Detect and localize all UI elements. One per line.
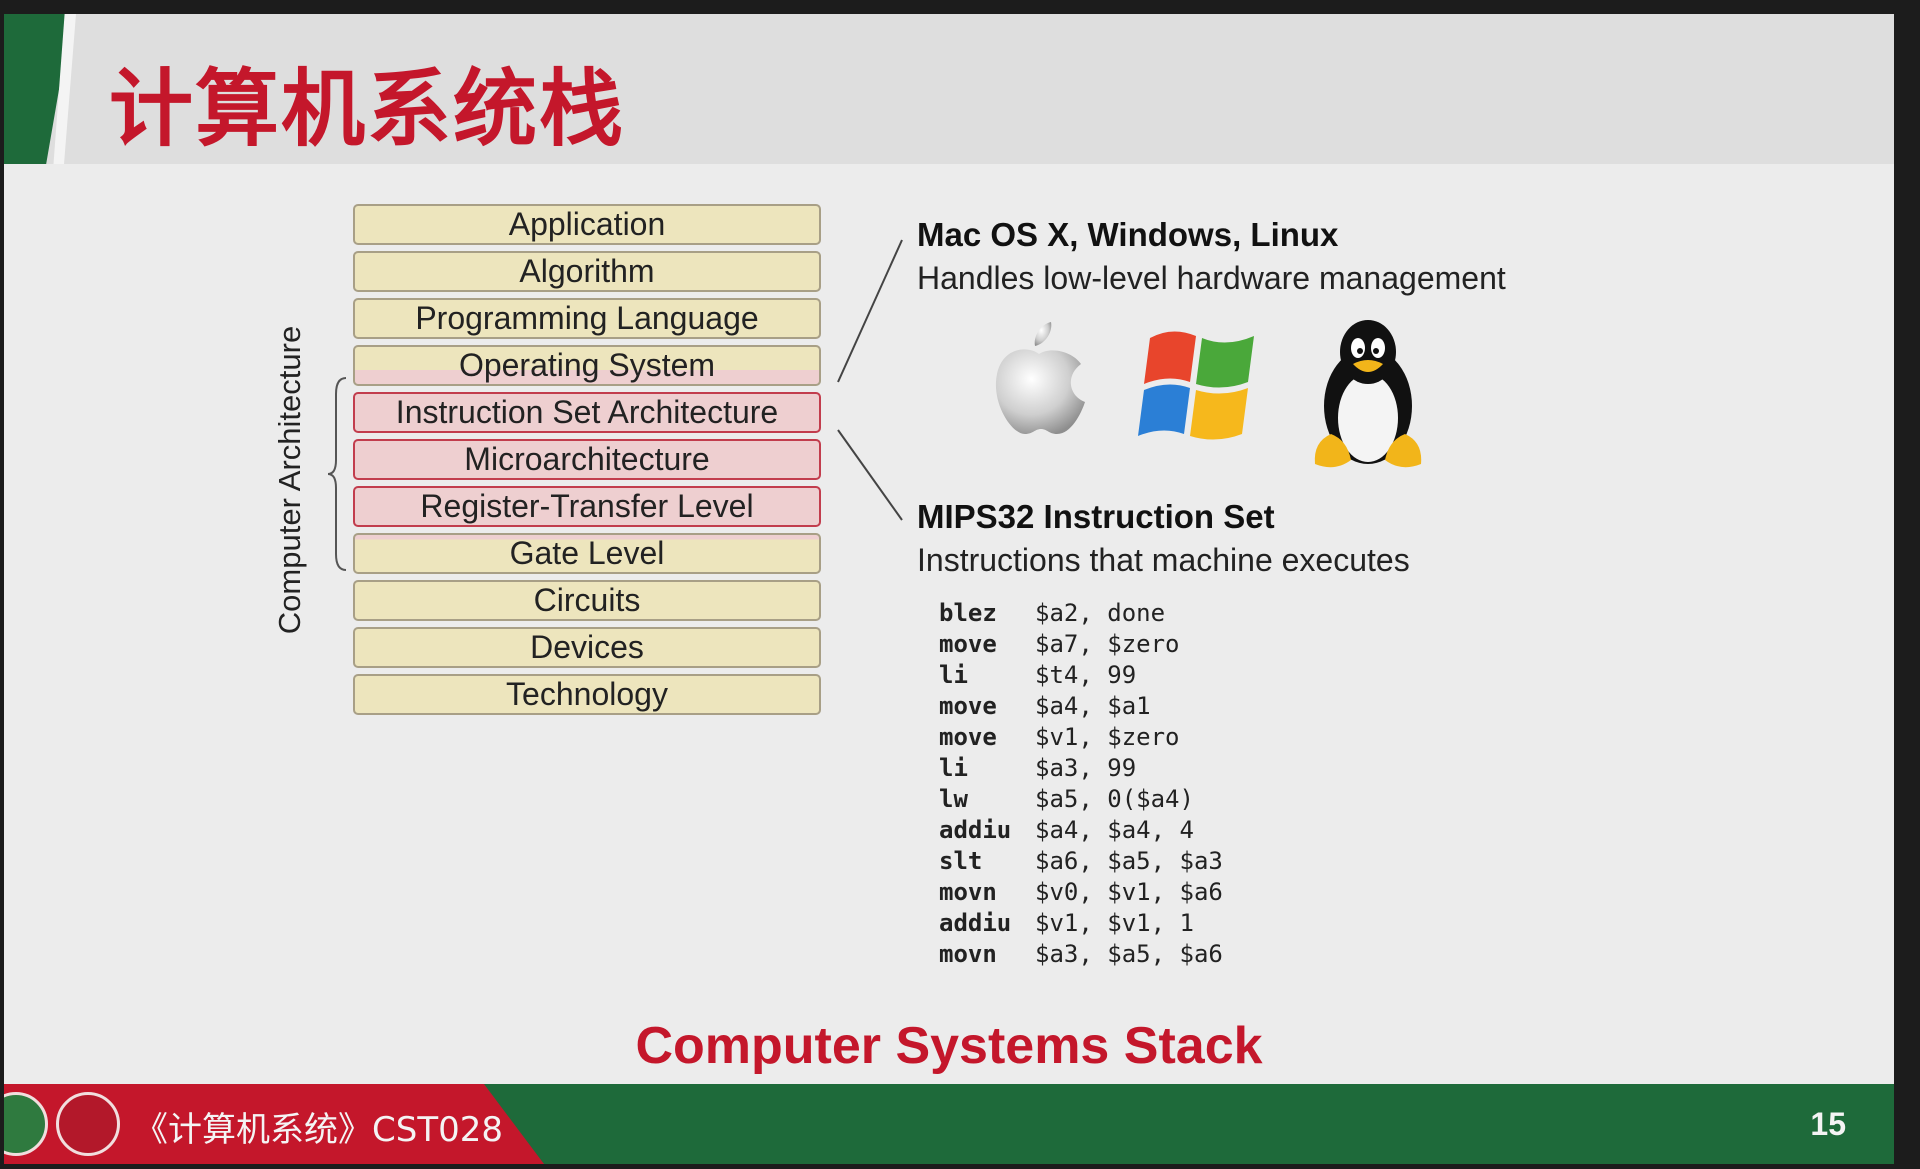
code-operands: $v0, $v1, $a6 (1035, 878, 1223, 906)
code-opcode: movn (939, 940, 997, 968)
footer-course-name: 《计算机系统》CST028 (134, 1110, 503, 1150)
code-opcode: move (939, 723, 997, 751)
stack-layer: Programming Language (353, 298, 821, 339)
stack-layer: Devices (353, 627, 821, 668)
title-bar: 计算机系统栈 (4, 14, 1894, 164)
code-line: addiu $v1, $v1, 1 (939, 908, 1223, 939)
code-operands: $a3, $a5, $a6 (1035, 940, 1223, 968)
code-operands: $a4, $a4, 4 (1035, 816, 1194, 844)
code-operands: $a5, 0($a4) (1035, 785, 1194, 813)
code-line: blez $a2, done (939, 598, 1223, 629)
code-operands: $a3, 99 (1035, 754, 1137, 782)
code-operands: $t4, 99 (1035, 661, 1137, 689)
stack-layer: Operating System (353, 345, 821, 386)
code-opcode: li (939, 754, 968, 782)
stack-layer: Gate Level (353, 533, 821, 574)
linux-tux-icon (1314, 320, 1422, 468)
code-opcode: addiu (939, 909, 1012, 937)
code-line: lw $a5, 0($a4) (939, 784, 1223, 815)
code-operands: $v1, $zero (1035, 723, 1180, 751)
slide-title: 计算机系统栈 (109, 60, 626, 158)
code-operands: $a4, $a1 (1035, 692, 1151, 720)
mips-code-listing: blez $a2, done move $a7, $zero li $t4, 99 move… (939, 598, 1223, 970)
code-line: move $a4, $a1 (939, 691, 1223, 722)
slide: 计算机系统栈 Application Algorithm Programming L… (4, 14, 1894, 1164)
apple-logo-icon (995, 322, 1085, 434)
code-opcode: addiu (939, 816, 1012, 844)
footer-bar: 《计算机系统》CST028 15 (4, 1084, 1894, 1164)
code-operands: $a6, $a5, $a3 (1035, 847, 1223, 875)
code-line: movn $v0, $v1, $a6 (939, 877, 1223, 908)
code-line: movn $a3, $a5, $a6 (939, 939, 1223, 970)
stack-layer: Instruction Set Architecture (353, 392, 821, 433)
isa-heading: MIPS32 Instruction Set (917, 498, 1275, 535)
slide-caption: Computer Systems Stack (635, 1017, 1263, 1075)
isa-description: Instructions that machine executes (917, 542, 1410, 578)
stack-layer: Technology (353, 674, 821, 715)
os-description: Handles low-level hardware management (917, 260, 1506, 296)
windows-logo-icon (1138, 331, 1254, 440)
code-line: slt $a6, $a5, $a3 (939, 846, 1223, 877)
os-heading: Mac OS X, Windows, Linux (917, 216, 1339, 253)
computer-architecture-label: Computer Architecture (272, 325, 307, 635)
stack-layer: Algorithm (353, 251, 821, 292)
stack-layer: Application (353, 204, 821, 245)
university-seal-icon (56, 1092, 120, 1156)
code-line: li $a3, 99 (939, 753, 1223, 784)
code-line: move $a7, $zero (939, 629, 1223, 660)
code-line: addiu $a4, $a4, 4 (939, 815, 1223, 846)
code-operands: $a2, done (1035, 599, 1166, 627)
connector-lines (837, 239, 903, 521)
code-line: li $t4, 99 (939, 660, 1223, 691)
code-opcode: lw (939, 785, 968, 813)
code-opcode: li (939, 661, 968, 689)
code-opcode: move (939, 630, 997, 658)
stack-layer: Circuits (353, 580, 821, 621)
code-opcode: blez (939, 599, 997, 627)
stack-layer: Microarchitecture (353, 439, 821, 480)
architecture-brace (327, 377, 347, 571)
page-number: 15 (1810, 1106, 1846, 1142)
code-operands: $a7, $zero (1035, 630, 1180, 658)
code-line: move $v1, $zero (939, 722, 1223, 753)
code-opcode: slt (939, 847, 983, 875)
code-operands: $v1, $v1, 1 (1035, 909, 1194, 937)
code-opcode: move (939, 692, 997, 720)
code-opcode: movn (939, 878, 997, 906)
stack-layer: Register-Transfer Level (353, 486, 821, 527)
